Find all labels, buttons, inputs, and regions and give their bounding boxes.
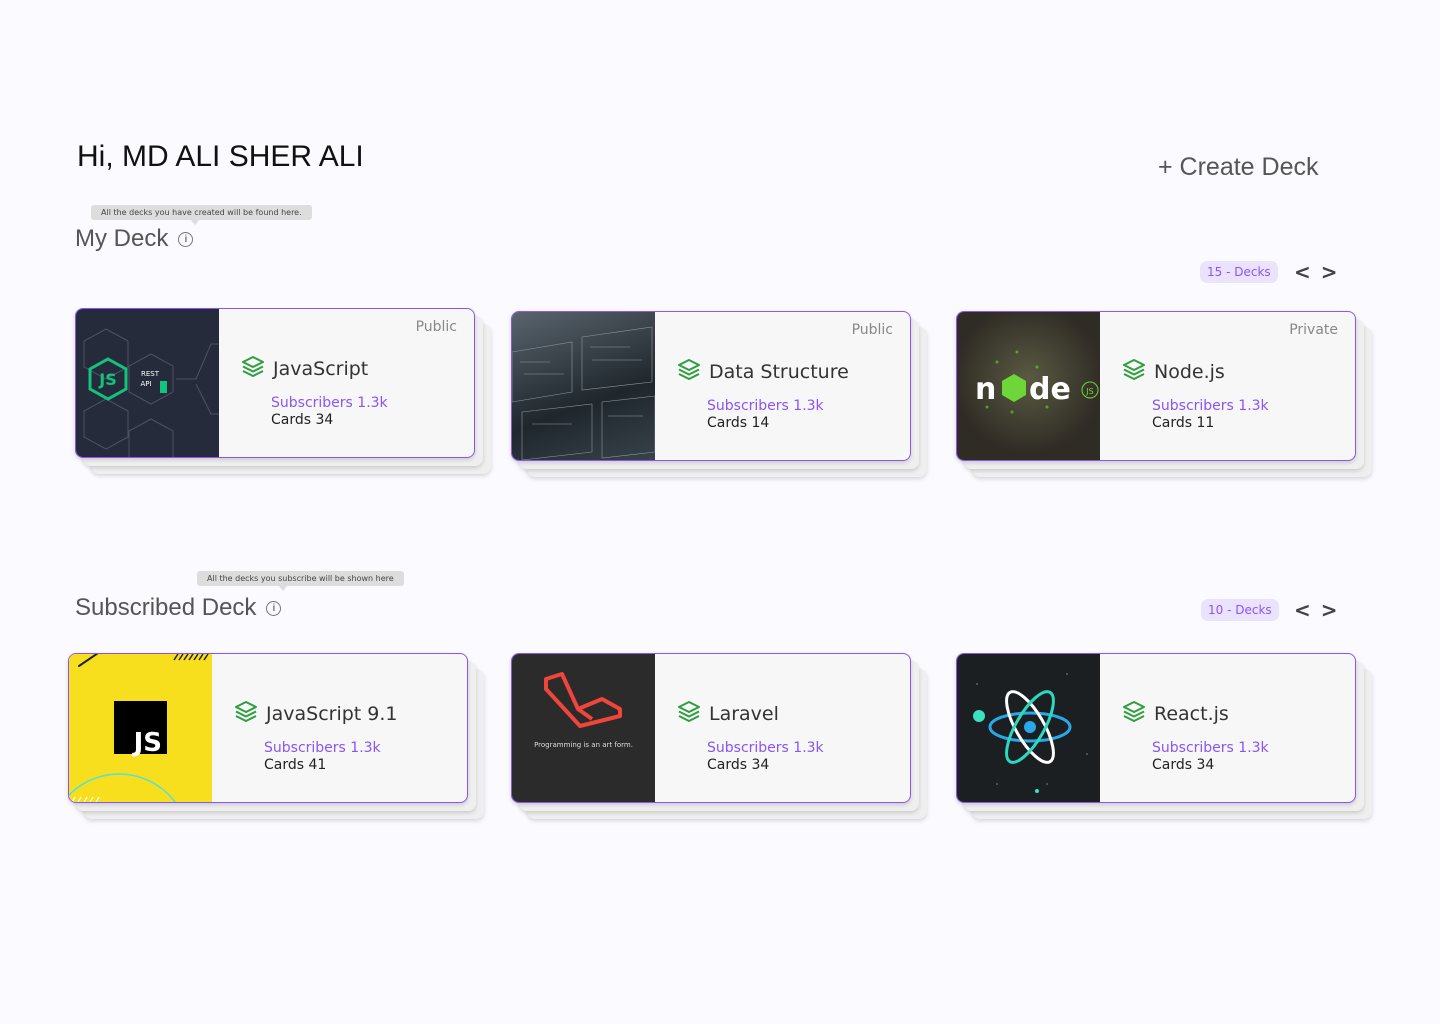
deck-card[interactable]: JS JavaScript 9.1 Subscribers 1.3k Cards…: [68, 653, 484, 819]
chevron-left-icon[interactable]: <: [1294, 260, 1311, 284]
deck-title[interactable]: Data Structure: [709, 361, 849, 383]
deck-card-front[interactable]: n de JS Private Node.js Subscribers 1.3k C…: [956, 311, 1356, 461]
deck-thumbnail: Programming is an art form.: [512, 654, 655, 802]
svg-text:de: de: [1029, 372, 1071, 407]
cards-count: Cards 41: [264, 757, 327, 773]
cards-count: Cards 34: [271, 412, 334, 428]
subscribers-count: Subscribers 1.3k: [264, 740, 381, 756]
deck-title-row: JavaScript 9.1: [234, 700, 398, 727]
deck-card[interactable]: n de JS Private Node.js Subscribers 1.3k C…: [956, 311, 1372, 477]
deck-info: JavaScript 9.1 Subscribers 1.3k Cards 41: [212, 654, 467, 802]
visibility-label: Public: [415, 319, 457, 335]
my-deck-title: My Deck: [75, 225, 169, 252]
deck-card-front[interactable]: React.js Subscribers 1.3k Cards 34: [956, 653, 1356, 803]
deck-title[interactable]: Laravel: [709, 703, 779, 725]
deck-card-front[interactable]: Public Data Structure Subscribers 1.3k C…: [511, 311, 911, 461]
svg-text:JS: JS: [132, 728, 162, 758]
info-icon[interactable]: i: [266, 600, 282, 616]
my-deck-pagination: < >: [1294, 260, 1338, 284]
thumb-caption: Programming is an art form.: [534, 741, 633, 749]
deck-card[interactable]: Public Data Structure Subscribers 1.3k C…: [511, 311, 927, 477]
svg-text:JS: JS: [1085, 387, 1093, 396]
layers-icon: [677, 700, 701, 727]
subscribed-deck-heading: Subscribed Deck i: [75, 594, 282, 622]
cards-count: Cards 11: [1152, 415, 1215, 431]
deck-title-row: Data Structure: [677, 358, 849, 385]
svg-text:n: n: [975, 372, 996, 407]
deck-title-row: Laravel: [677, 700, 779, 727]
deck-count-badge: 10 - Decks: [1201, 599, 1279, 621]
deck-card-front[interactable]: JS REST API Public JavaScript Subscribers …: [75, 308, 475, 458]
deck-info: Public JavaScript Subscribers 1.3k Cards…: [219, 309, 474, 457]
layers-icon: [234, 700, 258, 727]
info-icon[interactable]: i: [178, 231, 194, 247]
deck-card[interactable]: Programming is an art form. Laravel Subs…: [511, 653, 927, 819]
deck-card-front[interactable]: Programming is an art form. Laravel Subs…: [511, 653, 911, 803]
deck-info: Public Data Structure Subscribers 1.3k C…: [655, 312, 910, 460]
subscribed-deck-pagination: < >: [1294, 598, 1338, 622]
deck-title-row: Node.js: [1122, 358, 1225, 385]
deck-thumbnail: [957, 654, 1100, 802]
chevron-right-icon[interactable]: >: [1321, 260, 1338, 284]
subscribers-count: Subscribers 1.3k: [707, 398, 824, 414]
deck-thumbnail: [512, 312, 655, 460]
chevron-left-icon[interactable]: <: [1294, 598, 1311, 622]
layers-icon: [1122, 358, 1146, 385]
deck-card-front[interactable]: JS JavaScript 9.1 Subscribers 1.3k Cards…: [68, 653, 468, 803]
layers-icon: [241, 355, 265, 382]
deck-card[interactable]: React.js Subscribers 1.3k Cards 34: [956, 653, 1372, 819]
subscribers-count: Subscribers 1.3k: [271, 395, 388, 411]
layers-icon: [677, 358, 701, 385]
deck-info: Private Node.js Subscribers 1.3k Cards 1…: [1100, 312, 1355, 460]
svg-text:JS: JS: [98, 370, 116, 389]
visibility-label: Public: [851, 322, 893, 338]
deck-title[interactable]: JavaScript: [273, 358, 368, 380]
visibility-label: Private: [1289, 322, 1338, 338]
deck-title[interactable]: JavaScript 9.1: [266, 703, 398, 725]
chevron-right-icon[interactable]: >: [1321, 598, 1338, 622]
deck-title-row: React.js: [1122, 700, 1229, 727]
my-deck-tooltip: All the decks you have created will be f…: [91, 205, 312, 225]
create-deck-button[interactable]: + Create Deck: [1158, 153, 1319, 182]
subscribers-count: Subscribers 1.3k: [1152, 398, 1269, 414]
subscribers-count: Subscribers 1.3k: [707, 740, 824, 756]
cards-count: Cards 14: [707, 415, 770, 431]
subscribers-count: Subscribers 1.3k: [1152, 740, 1269, 756]
deck-card[interactable]: JS REST API Public JavaScript Subscribers …: [75, 308, 491, 474]
cards-count: Cards 34: [1152, 757, 1215, 773]
greeting: Hi, MD ALI SHER ALI: [77, 140, 364, 173]
svg-text:API: API: [140, 380, 151, 388]
cards-count: Cards 34: [707, 757, 770, 773]
deck-thumbnail: JS REST API: [76, 309, 219, 457]
deck-count-badge: 15 - Decks: [1200, 261, 1278, 283]
deck-thumbnail: JS: [69, 654, 212, 802]
deck-info: Laravel Subscribers 1.3k Cards 34: [655, 654, 910, 802]
svg-text:REST: REST: [141, 370, 160, 378]
deck-title[interactable]: Node.js: [1154, 361, 1225, 383]
subscribed-deck-title: Subscribed Deck: [75, 594, 257, 621]
deck-thumbnail: n de JS: [957, 312, 1100, 460]
deck-info: React.js Subscribers 1.3k Cards 34: [1100, 654, 1355, 802]
layers-icon: [1122, 700, 1146, 727]
subscribed-deck-tooltip: All the decks you subscribe will be show…: [197, 571, 404, 591]
deck-title-row: JavaScript: [241, 355, 368, 382]
my-deck-heading: My Deck i: [75, 225, 194, 253]
deck-title[interactable]: React.js: [1154, 703, 1229, 725]
